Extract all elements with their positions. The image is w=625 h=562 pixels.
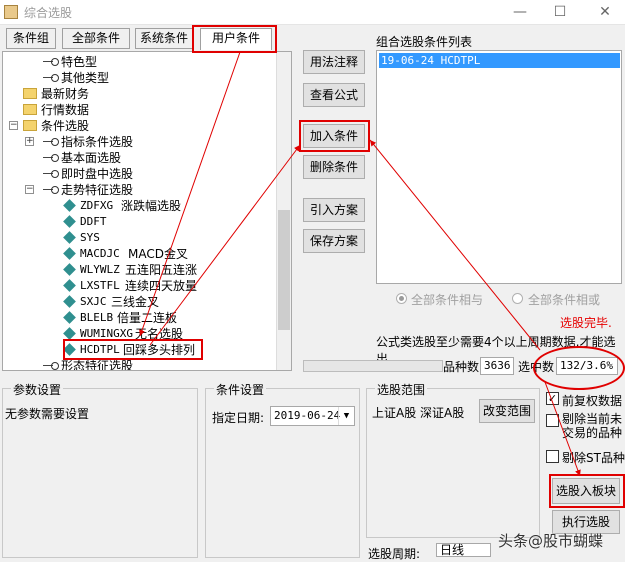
watermark: 头条@股市蝴蝶 [498,532,604,550]
arrow-hit-to-add [369,139,541,351]
arrow-tab-to-leaf [139,51,241,337]
annotation-arrows [139,51,581,477]
arrow-hit-to-block [544,381,581,477]
